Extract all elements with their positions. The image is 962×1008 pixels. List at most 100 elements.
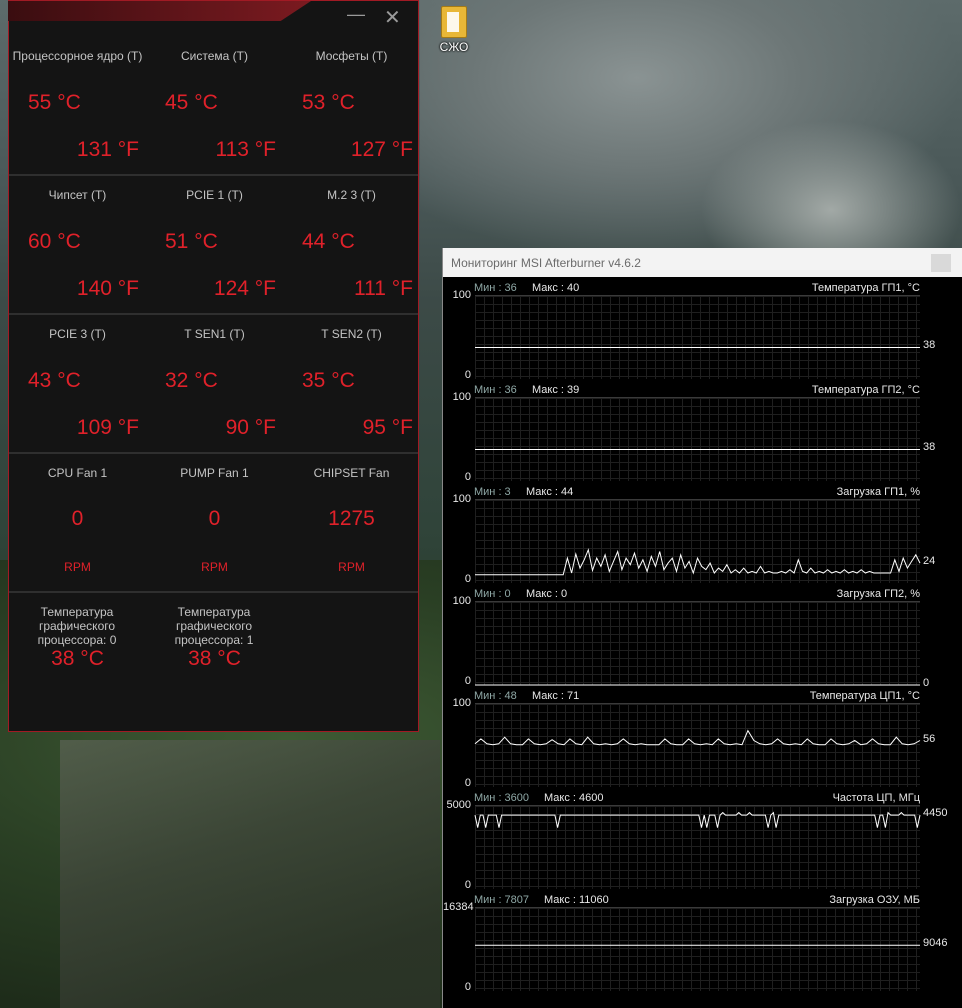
graph-plot	[475, 907, 920, 991]
graph-current-value: 24	[923, 555, 936, 568]
graph-scale-bottom: 0	[464, 879, 471, 891]
graph-current-value: 56	[923, 732, 936, 745]
graph-max-label: Макс : 11060	[544, 894, 609, 906]
graph-svg	[475, 684, 920, 686]
window-title: Мониторинг MSI Afterburner v4.6.2	[451, 256, 641, 270]
gpu-temp-value: 38 °C	[51, 647, 104, 670]
sensor-celsius: 43 °C	[28, 369, 81, 392]
sensor-fahrenheit: 109 °F	[76, 416, 139, 439]
sensor-name: T SEN1 (T)	[184, 327, 245, 341]
monitor-graph: Мин : 36 Макс : 39 Температура ГП2, °C 100 0…	[443, 383, 962, 485]
afterburner-window: Мониторинг MSI Afterburner v4.6.2 Мин : …	[442, 248, 962, 1008]
sensor-name: M.2 3 (T)	[327, 188, 376, 202]
graph-svg	[474, 811, 921, 828]
monitor-graph: Мин : 36 Макс : 40 Температура ГП1, °C 100 0…	[443, 281, 962, 383]
sensor-celsius: 60 °C	[28, 230, 81, 253]
sensor-name: T SEN2 (T)	[321, 327, 382, 341]
fan-rpm-value: 0	[208, 507, 221, 530]
graph-scale-top: 100	[452, 391, 471, 403]
graph-scale-bottom: 0	[464, 471, 471, 483]
sensor-name: Чипсет (T)	[48, 188, 107, 202]
graph-min-label: Мин : 36	[474, 384, 517, 396]
monitor-graph: Мин : 3600 Макс : 4600 Частота ЦП, МГц 5000…	[443, 791, 962, 893]
graph-name: Загрузка ГП2, %	[836, 588, 920, 600]
graph-name: Загрузка ОЗУ, МБ	[829, 894, 920, 906]
rock-cliff	[60, 740, 440, 1008]
monitor-graph: Мин : 7807 Макс : 11060 Загрузка ОЗУ, МБ 16…	[443, 893, 962, 995]
sensor-fahrenheit: 127 °F	[350, 138, 413, 161]
sensor-fahrenheit: 113 °F	[215, 138, 276, 161]
graph-svg	[475, 347, 920, 348]
graph-max-label: Макс : 39	[532, 384, 580, 396]
sensor-name: Процессорное ядро (T)	[12, 49, 143, 63]
afterburner-titlebar[interactable]: Мониторинг MSI Afterburner v4.6.2	[443, 248, 962, 277]
sensor-celsius: 45 °C	[165, 91, 218, 114]
sensor-fahrenheit: 111 °F	[354, 277, 413, 300]
folder-icon	[441, 6, 467, 38]
minimize-icon[interactable]: —	[347, 5, 365, 23]
sensor-celsius: 32 °C	[165, 369, 218, 392]
sensor-panel-titlebar[interactable]: — ✕	[8, 1, 418, 28]
graph-plot	[475, 601, 920, 686]
graph-max-label: Макс : 0	[526, 588, 568, 600]
graph-svg	[475, 944, 920, 946]
monitor-graph: Мин : 3 Макс : 44 Загрузка ГП1, % 100 0 24	[443, 485, 962, 587]
graph-scale-bottom: 0	[464, 573, 471, 585]
monitor-graph: Мин : 48 Макс : 71 Температура ЦП1, °C 100 0…	[443, 689, 962, 791]
sensor-name: PCIE 3 (T)	[49, 327, 106, 341]
sensor-celsius: 55 °C	[28, 91, 81, 114]
graph-line	[474, 729, 921, 746]
graph-current-value: 38	[923, 339, 936, 352]
graph-svg	[475, 449, 920, 450]
graph-line	[474, 811, 921, 828]
graph-scale-bottom: 0	[464, 369, 471, 381]
fan-rpm-unit: RPM	[201, 560, 228, 574]
graph-min-label: Мин : 3	[474, 486, 511, 498]
graph-plot	[474, 703, 921, 787]
graph-max-label: Макс : 44	[526, 486, 574, 498]
graph-plot	[475, 397, 920, 481]
graph-current-value: 38	[923, 441, 936, 454]
graph-scale-top: 5000	[446, 799, 471, 811]
sensor-celsius: 51 °C	[165, 230, 218, 253]
graph-scale-top: 100	[452, 289, 471, 301]
sensor-name: Мосфеты (T)	[315, 49, 388, 63]
desktop-shortcut[interactable]: СЖО	[434, 6, 474, 54]
sensor-celsius: 44 °C	[302, 230, 355, 253]
sensor-celsius: 53 °C	[302, 91, 355, 114]
graph-plot	[475, 295, 920, 379]
graph-scale-top: 100	[452, 493, 471, 505]
graph-current-value: 0	[923, 677, 930, 689]
graph-svg	[475, 548, 921, 576]
desktop-shortcut-label: СЖО	[439, 40, 469, 54]
graph-svg	[474, 729, 921, 746]
graph-name: Температура ГП2, °C	[811, 384, 920, 396]
fan-name: CPU Fan 1	[47, 466, 108, 480]
monitor-graph: Мин : 0 Макс : 0 Загрузка ГП2, % 100 0 0	[443, 587, 962, 689]
graph-plot	[475, 499, 921, 583]
sensor-fahrenheit: 140 °F	[76, 277, 139, 300]
sensor-panel-window: — ✕ Процессорное ядро (T) 55 °C 131 °F Сист…	[8, 0, 419, 732]
close-icon[interactable]: ✕	[384, 8, 401, 28]
graph-scale-bottom: 0	[464, 777, 471, 789]
graph-scale-top: 100	[452, 595, 471, 607]
titlebar-ribbon	[8, 1, 311, 21]
sensor-celsius: 35 °C	[302, 369, 355, 392]
gpu-temp-value: 38 °C	[188, 647, 241, 670]
gpu-temp-name: Температура графического процессора: 0	[37, 605, 117, 647]
fan-name: PUMP Fan 1	[180, 466, 249, 480]
sensor-name: PCIE 1 (T)	[186, 188, 243, 202]
graph-current-value: 9046	[923, 937, 948, 950]
graph-current-value: 4450	[923, 807, 948, 820]
close-button[interactable]	[931, 254, 951, 272]
graph-scale-bottom: 0	[464, 981, 471, 993]
graph-max-label: Макс : 71	[532, 690, 580, 702]
sensor-fahrenheit: 90 °F	[225, 416, 276, 439]
sensor-fahrenheit: 131 °F	[76, 138, 139, 161]
graph-name: Температура ГП1, °C	[811, 282, 920, 294]
graph-min-label: Мин : 36	[474, 282, 517, 294]
graph-min-label: Мин : 48	[474, 690, 517, 702]
graph-name: Загрузка ГП1, %	[836, 486, 920, 498]
sky-clouds	[420, 0, 962, 260]
graph-scale-top: 16384	[443, 901, 474, 913]
